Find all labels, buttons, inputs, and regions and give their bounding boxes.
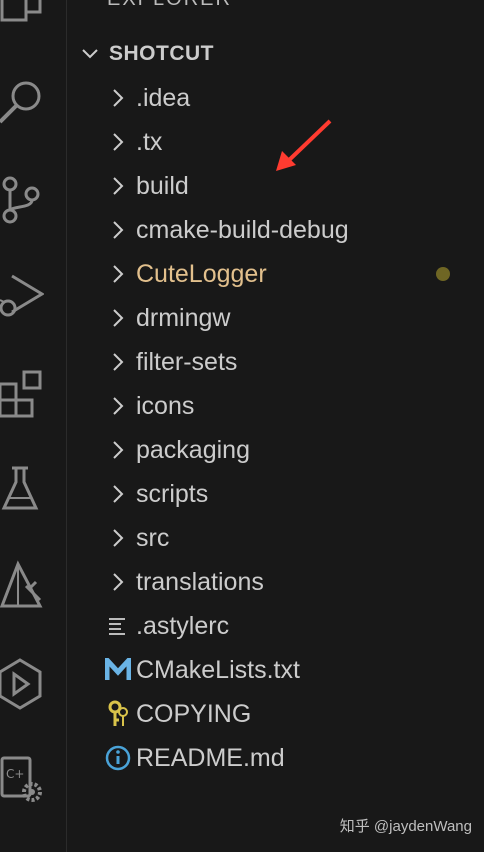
chevron-down-icon: [82, 49, 98, 59]
tree-folder-row[interactable]: .idea: [67, 76, 484, 120]
tree-folder-row[interactable]: packaging: [67, 428, 484, 472]
tree-item-label: cmake-build-debug: [136, 215, 349, 244]
annotation-arrow: [276, 119, 332, 171]
watermark: 知乎 @jaydenWang: [339, 818, 472, 835]
tree-folder-row[interactable]: icons: [67, 384, 484, 428]
chevron-right-icon: [103, 391, 133, 421]
chevron-right-icon: [103, 215, 133, 245]
svg-text:C+: C+: [6, 767, 24, 781]
testing-flask-icon[interactable]: [0, 464, 44, 516]
tree-folder-row[interactable]: cmake-build-debug: [67, 208, 484, 252]
tree-item-label: src: [136, 523, 170, 552]
info-icon: [103, 743, 133, 773]
files-icon[interactable]: [0, 0, 44, 30]
tree-item-label: drmingw: [136, 303, 231, 332]
tree-item-label: filter-sets: [136, 347, 238, 376]
tree-file-row[interactable]: CMakeLists.txt: [67, 648, 484, 692]
lines-file-icon: [103, 611, 133, 641]
explorer-header: EXPLORER: [107, 0, 232, 11]
tree-folder-row[interactable]: filter-sets: [67, 340, 484, 384]
extensions-icon[interactable]: [0, 368, 44, 420]
activity-bar: C+: [0, 0, 67, 852]
chevron-right-icon: [103, 435, 133, 465]
explorer-panel: EXPLORER SHOTCUT .idea .tx build cmake-buil…: [67, 0, 484, 852]
source-control-icon[interactable]: [0, 174, 44, 226]
tree-item-label: CMakeLists.txt: [136, 655, 300, 684]
license-key-icon: [103, 699, 133, 729]
tree-folder-row[interactable]: scripts: [67, 472, 484, 516]
chevron-right-icon: [103, 171, 133, 201]
tree-folder-row[interactable]: translations: [67, 560, 484, 604]
tree-item-label: .astylerc: [136, 611, 230, 640]
chevron-right-icon: [103, 567, 133, 597]
tree-item-label: packaging: [136, 435, 250, 464]
tree-item-label: scripts: [136, 479, 209, 508]
run-debug-icon[interactable]: [0, 270, 45, 322]
tree-item-label: build: [136, 171, 189, 200]
tree-file-row[interactable]: .astylerc: [67, 604, 484, 648]
chevron-right-icon: [103, 523, 133, 553]
workspace-section-header[interactable]: SHOTCUT: [79, 36, 214, 72]
tree-folder-row[interactable]: src: [67, 516, 484, 560]
tree-item-label: .tx: [136, 127, 163, 156]
tree-item-label: README.md: [136, 743, 285, 772]
tree-file-row[interactable]: COPYING: [67, 692, 484, 736]
modified-dot-icon: [436, 267, 450, 281]
tree-file-row[interactable]: README.md: [67, 736, 484, 780]
chevron-right-icon: [103, 479, 133, 509]
tree-folder-row[interactable]: CuteLogger: [67, 252, 484, 296]
chevron-right-icon: [103, 347, 133, 377]
cmake-tools-icon[interactable]: [0, 560, 44, 612]
chevron-right-icon: [103, 303, 133, 333]
search-icon[interactable]: [0, 76, 44, 128]
chevron-right-icon: [103, 127, 133, 157]
cpp-settings-icon[interactable]: C+: [0, 754, 44, 806]
cmake-m-icon: [103, 655, 133, 685]
tree-item-label: .idea: [136, 83, 191, 112]
chevron-right-icon: [103, 83, 133, 113]
tree-item-label: CuteLogger: [136, 259, 267, 288]
tree-item-label: translations: [136, 567, 264, 596]
tree-item-label: icons: [136, 391, 195, 420]
workspace-title: SHOTCUT: [109, 42, 214, 65]
tree-folder-row[interactable]: drmingw: [67, 296, 484, 340]
remote-explorer-icon[interactable]: [0, 658, 44, 710]
chevron-right-icon: [103, 259, 133, 289]
tree-item-label: COPYING: [136, 699, 252, 728]
